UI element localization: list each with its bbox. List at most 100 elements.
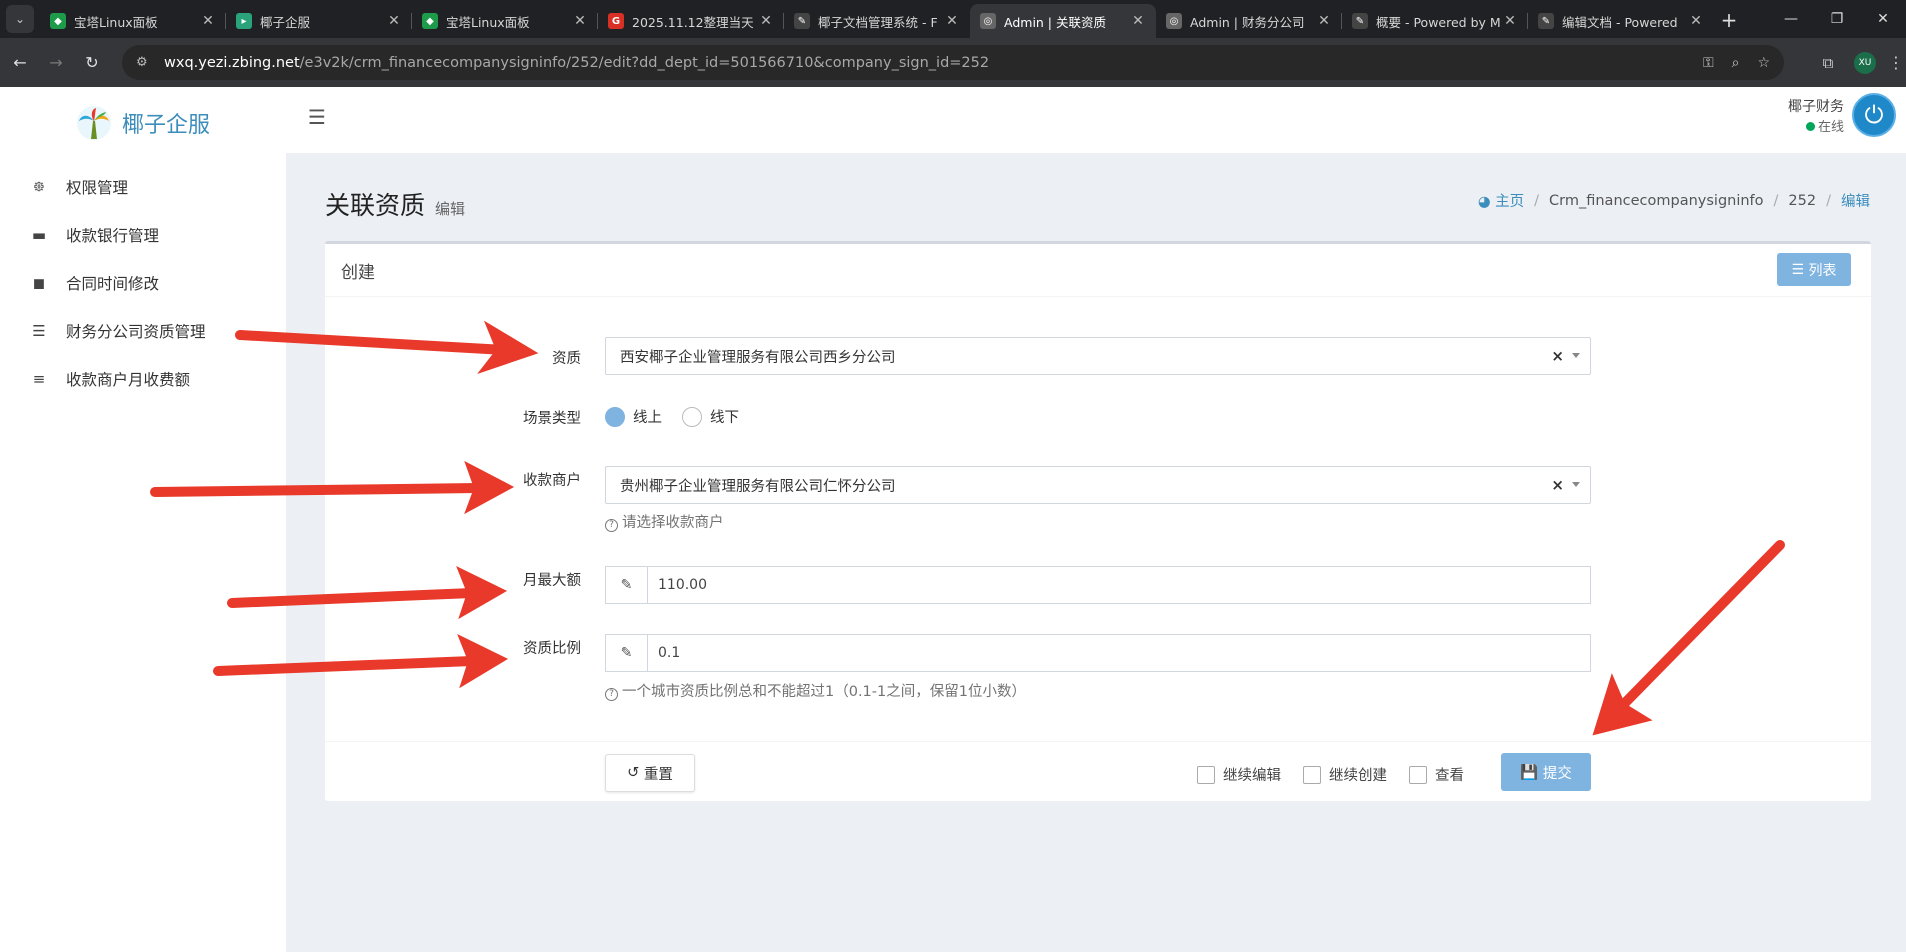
page-subtitle: 编辑: [435, 200, 466, 218]
close-tab-icon[interactable]: ✕: [200, 13, 216, 29]
user-menu[interactable]: 椰子财务 在线 ⏻: [1788, 93, 1896, 137]
monthly-max-input[interactable]: [648, 567, 1590, 603]
breadcrumb-home[interactable]: ◕ 主页: [1478, 190, 1524, 211]
hamburger-menu-icon[interactable]: ☰: [308, 105, 326, 129]
edit-doc-favicon-icon: ✎: [1538, 13, 1554, 29]
list-icon: ☰: [1791, 261, 1805, 278]
sidebar-item-label: 合同时间修改: [66, 275, 160, 293]
tab-title: Admin | 财务分公司: [1190, 14, 1305, 30]
list-button[interactable]: ☰ 列表: [1777, 253, 1851, 286]
reload-icon[interactable]: ↻: [76, 47, 108, 79]
merchant-help-text: 请选择收款商户: [622, 515, 724, 531]
browser-tab[interactable]: ✎ 概要 - Powered by M ✕: [1342, 4, 1528, 38]
tab-search-chevron-icon[interactable]: ⌄: [6, 5, 34, 33]
tab-title: 编辑文档 - Powered: [1562, 14, 1678, 30]
continue-create-label: 继续创建: [1329, 768, 1387, 784]
close-tab-icon[interactable]: ✕: [1688, 13, 1704, 29]
breadcrumb-separator: /: [1826, 192, 1831, 209]
back-arrow-icon[interactable]: ←: [4, 47, 36, 79]
clear-selection-icon[interactable]: ×: [1551, 347, 1564, 365]
password-key-icon[interactable]: ⚿: [1703, 55, 1714, 71]
sidebar-item-permissions[interactable]: ᪥ 权限管理: [0, 163, 286, 211]
browser-tab[interactable]: ▸ 椰子企服 ✕: [226, 4, 412, 38]
checkbox-box[interactable]: [1197, 765, 1215, 784]
tab-title: 椰子文档管理系统 - F: [818, 14, 938, 30]
tab-title: 2025.11.12整理当天: [632, 14, 754, 30]
url-host: wxq.yezi.zbing.net: [164, 54, 300, 71]
view-checkbox[interactable]: 查看: [1409, 764, 1464, 785]
dropdown-arrow-icon[interactable]: [1572, 482, 1580, 487]
browser-tab[interactable]: G 2025.11.12整理当天 ✕: [598, 4, 784, 38]
browser-tab-active[interactable]: ◎ Admin | 关联资质 ✕: [970, 4, 1156, 38]
breadcrumb: ◕ 主页 / Crm_financecompanysigninfo / 252 …: [1478, 190, 1870, 211]
sidebar-item-label: 权限管理: [66, 179, 129, 197]
sidebar-item-bank[interactable]: ▬ 收款银行管理: [0, 211, 286, 259]
sidebar-item-contract-time[interactable]: ◼ 合同时间修改: [0, 259, 286, 307]
brand-name: 椰子企服: [121, 113, 210, 138]
close-window-icon[interactable]: ✕: [1860, 0, 1906, 38]
close-tab-icon[interactable]: ✕: [386, 13, 402, 29]
user-name: 椰子财务: [1788, 98, 1844, 115]
sidebar: 椰子企服 ᪥ 权限管理 ▬ 收款银行管理 ◼ 合同时间修改 ☰ 财务分公司资质管…: [0, 87, 286, 952]
brand-logo[interactable]: 椰子企服: [0, 87, 286, 159]
qualification-select[interactable]: 西安椰子企业管理服务有限公司西乡分公司 ×: [605, 337, 1591, 375]
browser-menu-icon[interactable]: ⋮: [1886, 53, 1906, 72]
dropdown-arrow-icon[interactable]: [1572, 353, 1580, 358]
sticky-note-icon: ◼: [32, 274, 46, 292]
browser-tab[interactable]: ◆ 宝塔Linux面板 ✕: [412, 4, 598, 38]
close-tab-icon[interactable]: ✕: [1316, 13, 1332, 29]
tab-title: 宝塔Linux面板: [446, 14, 530, 30]
form-box-header: 创建 ☰ 列表: [325, 244, 1871, 297]
bookmark-star-icon[interactable]: ☆: [1757, 55, 1770, 71]
user-avatar-power-icon[interactable]: ⏻: [1852, 93, 1896, 137]
sidebar-item-label: 收款银行管理: [66, 227, 160, 245]
qualification-label: 资质: [552, 351, 581, 367]
close-tab-icon[interactable]: ✕: [1502, 13, 1518, 29]
checkbox-box[interactable]: [1409, 765, 1427, 784]
close-tab-icon[interactable]: ✕: [758, 13, 774, 29]
breadcrumb-item[interactable]: 252: [1788, 193, 1816, 209]
scene-online-radio[interactable]: [605, 406, 625, 427]
continue-create-checkbox[interactable]: 继续创建: [1303, 764, 1387, 785]
browser-tab[interactable]: ◎ Admin | 财务分公司 ✕: [1156, 4, 1342, 38]
sidebar-item-merchant-monthly-fee[interactable]: ≡ 收款商户月收费额: [0, 355, 286, 403]
checkbox-box[interactable]: [1303, 765, 1321, 784]
restore-icon[interactable]: ❐: [1814, 0, 1860, 38]
browser-tab-strip: ⌄ ◆ 宝塔Linux面板 ✕ ▸ 椰子企服 ✕ ◆ 宝塔Linux面板 ✕ G…: [0, 0, 1906, 38]
question-circle-icon: ?: [605, 519, 618, 532]
merchant-select[interactable]: 贵州椰子企业管理服务有限公司仁怀分公司 ×: [605, 466, 1591, 504]
extensions-puzzle-icon[interactable]: ⧉: [1812, 54, 1844, 72]
close-tab-icon[interactable]: ✕: [572, 13, 588, 29]
scene-type-radio-group: 线上 线下: [605, 406, 759, 427]
close-tab-icon[interactable]: ✕: [1130, 13, 1146, 29]
browser-tab[interactable]: ✎ 椰子文档管理系统 - F ✕: [784, 4, 970, 38]
ratio-input[interactable]: [648, 635, 1590, 671]
minimize-icon[interactable]: —: [1768, 0, 1814, 38]
reset-button[interactable]: ↺ 重置: [605, 754, 695, 792]
ratio-help-text: 一个城市资质比例总和不能超过1（0.1-1之间，保留1位小数）: [622, 684, 1026, 700]
sidebar-item-finance-qualification[interactable]: ☰ 财务分公司资质管理: [0, 307, 286, 355]
submit-button[interactable]: 💾 提交: [1501, 753, 1591, 791]
merchant-value: 贵州椰子企业管理服务有限公司仁怀分公司: [620, 478, 896, 495]
yezi-favicon-icon: ▸: [236, 13, 252, 29]
tab-title: Admin | 关联资质: [1004, 14, 1106, 30]
forward-arrow-icon[interactable]: →: [40, 47, 72, 79]
new-tab-plus-icon[interactable]: +: [1714, 5, 1744, 35]
scene-offline-radio[interactable]: [682, 406, 702, 427]
zoom-icon[interactable]: ⌕: [1732, 55, 1740, 71]
question-circle-icon: ?: [605, 688, 618, 701]
breadcrumb-item[interactable]: Crm_financecompanysigninfo: [1549, 193, 1764, 209]
url-input[interactable]: ⚙ wxq.yezi.zbing.net/e3v2k/crm_financeco…: [122, 45, 1784, 80]
profile-avatar[interactable]: XU: [1854, 51, 1876, 74]
site-info-icon[interactable]: ⚙: [136, 55, 152, 71]
breadcrumb-separator: /: [1773, 192, 1779, 209]
edit-doc-favicon-icon: ✎: [794, 13, 810, 29]
browser-tab[interactable]: ◆ 宝塔Linux面板 ✕: [40, 4, 226, 38]
scene-online-label[interactable]: 线上: [633, 406, 662, 427]
scene-offline-label[interactable]: 线下: [710, 406, 739, 427]
continue-edit-checkbox[interactable]: 继续编辑: [1197, 764, 1281, 785]
close-tab-icon[interactable]: ✕: [944, 13, 960, 29]
browser-tab[interactable]: ✎ 编辑文档 - Powered ✕: [1528, 4, 1714, 38]
online-dot-icon: [1805, 121, 1815, 131]
clear-selection-icon[interactable]: ×: [1551, 476, 1564, 494]
